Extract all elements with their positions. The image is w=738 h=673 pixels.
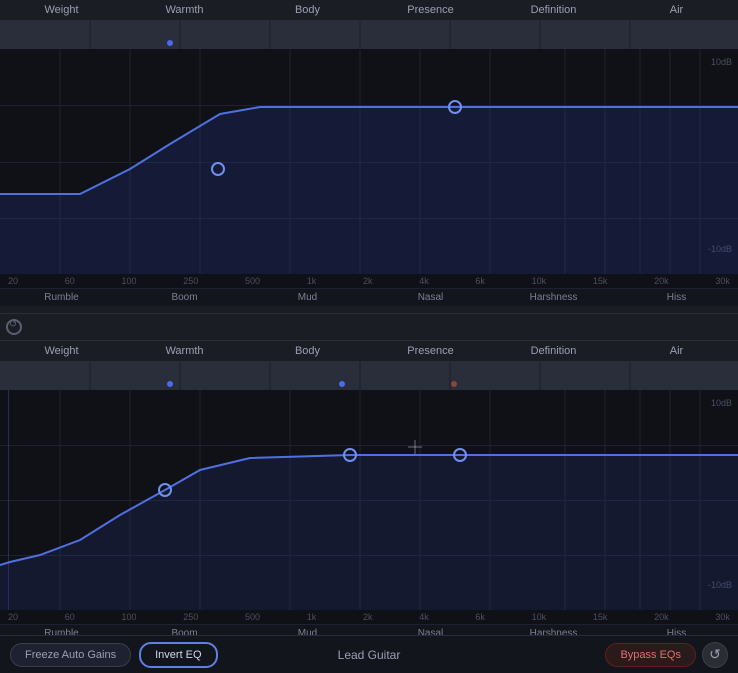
footer-bar: Freeze Auto Gains Invert EQ Lead Guitar … [0, 635, 738, 673]
freq-label-warmth-1: Warmth [123, 4, 246, 16]
label-nasal-1: Nasal [369, 292, 492, 303]
bypass-eqs-button[interactable]: Bypass EQs [605, 643, 696, 667]
invert-eq-button[interactable]: Invert EQ [139, 642, 217, 668]
freq-500-2: 500 [245, 612, 260, 622]
freq-label-weight-2: Weight [0, 345, 123, 357]
freq-axis-1: 20 60 100 250 500 1k 2k 4k 6k 10k 15k 20… [0, 274, 738, 288]
eq-grid-svg-1 [0, 49, 738, 274]
freq-label-body-1: Body [246, 4, 369, 16]
freq-100-2: 100 [121, 612, 136, 622]
freq-4k-2: 4k [419, 612, 429, 622]
freq-header-1: Weight Warmth Body Presence Definition A… [0, 0, 738, 21]
freq-60-2: 60 [65, 612, 75, 622]
label-hiss-1: Hiss [615, 292, 738, 303]
freq-4k-1: 4k [419, 276, 429, 286]
track-name-label: Lead Guitar [338, 648, 401, 662]
freq-2k-2: 2k [363, 612, 373, 622]
eq-panel-2: Weight Warmth Body Presence Definition A… [0, 341, 738, 642]
piano-bar-1: // This is just decoration via SVG rects [0, 21, 738, 49]
freq-label-presence-1: Presence [369, 4, 492, 16]
freq-20k-2: 20k [654, 612, 669, 622]
freq-label-definition-1: Definition [492, 4, 615, 16]
freq-15k-2: 15k [593, 612, 608, 622]
freq-label-air-1: Air [615, 4, 738, 16]
freq-label-definition-2: Definition [492, 345, 615, 357]
label-rumble-1: Rumble [0, 292, 123, 303]
sync-icon[interactable] [6, 319, 22, 335]
freq-6k-2: 6k [475, 612, 485, 622]
label-harshness-1: Harshness [492, 292, 615, 303]
freq-30k-1: 30k [715, 276, 730, 286]
settings-icon-button[interactable]: ↺ [702, 642, 728, 668]
freq-15k-1: 15k [593, 276, 608, 286]
freq-1k-2: 1k [307, 612, 317, 622]
freq-label-body-2: Body [246, 345, 369, 357]
freq-250-1: 250 [183, 276, 198, 286]
freq-1k-1: 1k [307, 276, 317, 286]
piano-keys-svg-1: // This is just decoration via SVG rects [0, 21, 738, 49]
freq-label-weight-1: Weight [0, 4, 123, 16]
eq-graph-1[interactable]: 10dB -10dB [0, 49, 738, 274]
freq-20k-1: 20k [654, 276, 669, 286]
freq-500-1: 500 [245, 276, 260, 286]
freq-20-2: 20 [8, 612, 18, 622]
freq-10k-2: 10k [532, 612, 547, 622]
piano-keys-svg-2 [0, 362, 738, 390]
eq-grid-svg-2 [0, 390, 738, 610]
divider-row [0, 313, 738, 341]
freq-label-presence-2: Presence [369, 345, 492, 357]
freq-10k-1: 10k [532, 276, 547, 286]
label-mud-1: Mud [246, 292, 369, 303]
freeze-auto-gains-button[interactable]: Freeze Auto Gains [10, 643, 131, 667]
bottom-labels-1: Rumble Boom Mud Nasal Harshness Hiss [0, 288, 738, 306]
freq-label-warmth-2: Warmth [123, 345, 246, 357]
freq-100-1: 100 [121, 276, 136, 286]
freq-label-air-2: Air [615, 345, 738, 357]
freq-20-1: 20 [8, 276, 18, 286]
freq-axis-2: 20 60 100 250 500 1k 2k 4k 6k 10k 15k 20… [0, 610, 738, 624]
freq-2k-1: 2k [363, 276, 373, 286]
piano-bar-2 [0, 362, 738, 390]
eq-graph-2[interactable]: 10dB -10dB [0, 390, 738, 610]
freq-6k-1: 6k [475, 276, 485, 286]
freq-250-2: 250 [183, 612, 198, 622]
label-boom-1: Boom [123, 292, 246, 303]
freq-60-1: 60 [65, 276, 75, 286]
eq-panel-1: Weight Warmth Body Presence Definition A… [0, 0, 738, 306]
freq-header-2: Weight Warmth Body Presence Definition A… [0, 341, 738, 362]
freq-30k-2: 30k [715, 612, 730, 622]
